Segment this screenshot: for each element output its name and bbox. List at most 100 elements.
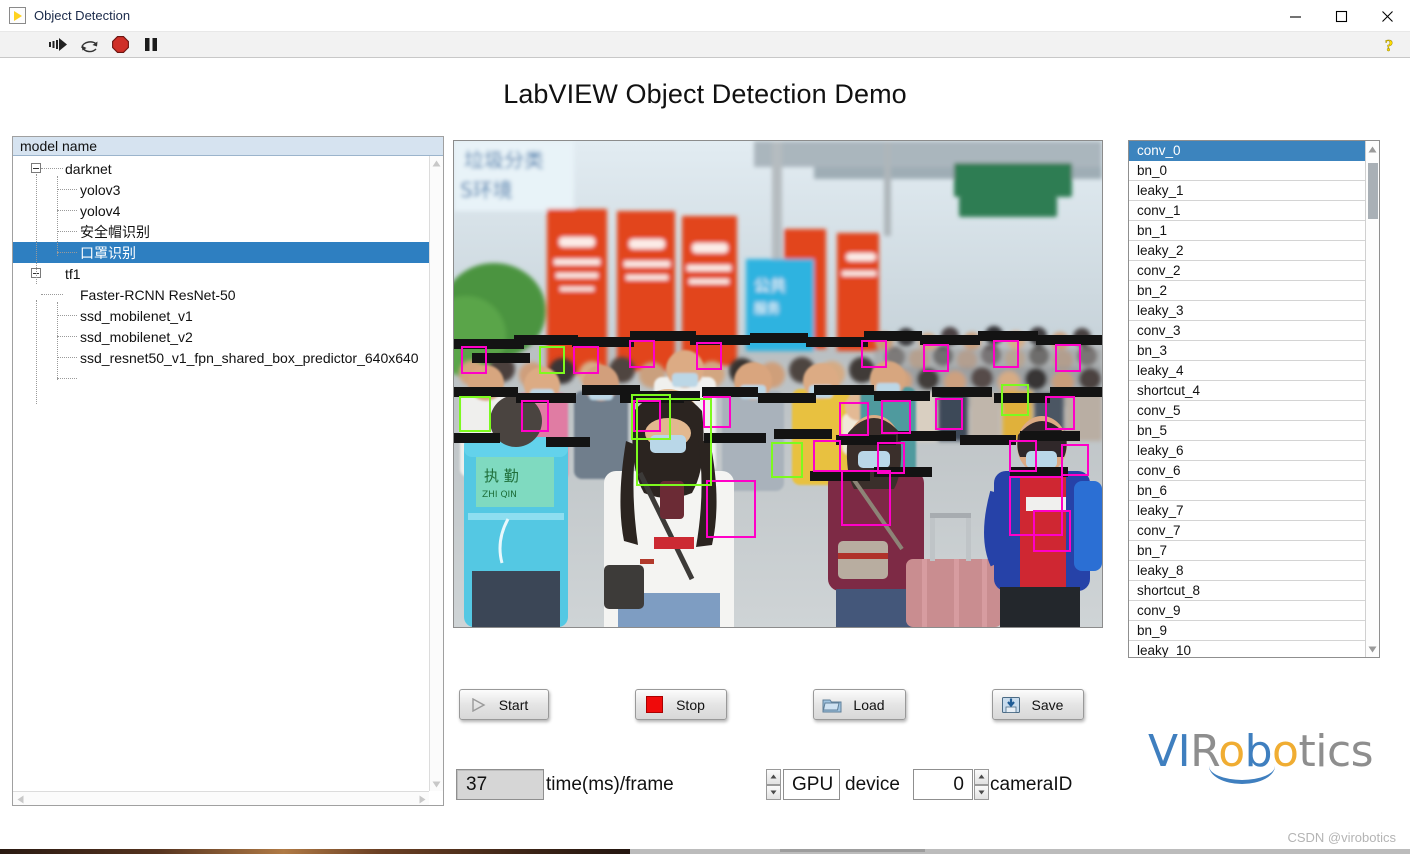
- tree-item-label: 安全帽识别: [13, 222, 150, 242]
- camera-id-increment-arrow-icon[interactable]: [974, 769, 989, 785]
- layer-list-item[interactable]: leaky_8: [1129, 561, 1365, 581]
- desktop-strip: [0, 849, 1410, 854]
- tree-item-faster-rcnn-resnet-50[interactable]: Faster-RCNN ResNet-50: [13, 284, 443, 305]
- camera-id-field[interactable]: 0: [913, 769, 973, 800]
- device-spinner[interactable]: [766, 769, 781, 800]
- window-controls: [1272, 0, 1410, 32]
- layer-scrollbar-thumb[interactable]: [1368, 163, 1378, 219]
- load-button[interactable]: Load: [813, 689, 906, 720]
- layer-list-item[interactable]: leaky_1: [1129, 181, 1365, 201]
- layer-list-item[interactable]: conv_0: [1129, 141, 1365, 161]
- scroll-up-arrow-icon[interactable]: [430, 156, 443, 170]
- frame-time-value: 37: [466, 774, 487, 796]
- layer-list-item[interactable]: bn_3: [1129, 341, 1365, 361]
- device-field[interactable]: GPU: [783, 769, 840, 800]
- camera-id-value: 0: [953, 774, 964, 796]
- layer-scroll-down-arrow-icon[interactable]: [1366, 641, 1379, 657]
- layer-scroll-up-arrow-icon[interactable]: [1366, 141, 1379, 157]
- layer-list-item[interactable]: conv_3: [1129, 321, 1365, 341]
- frame-time-label: time(ms)/frame: [546, 774, 674, 796]
- taskbar-sliver: [630, 849, 1410, 854]
- svg-text:执 勤: 执 勤: [484, 467, 519, 485]
- layer-vertical-scrollbar[interactable]: [1365, 141, 1379, 657]
- window-title-bar: Object Detection: [0, 0, 1410, 32]
- layer-list-item[interactable]: leaky_3: [1129, 301, 1365, 321]
- layer-list-item[interactable]: conv_9: [1129, 601, 1365, 621]
- layer-list-item[interactable]: bn_7: [1129, 541, 1365, 561]
- layer-list-item[interactable]: leaky_7: [1129, 501, 1365, 521]
- minimize-button[interactable]: [1272, 0, 1318, 32]
- scroll-down-arrow-icon[interactable]: [430, 777, 443, 791]
- layer-list-item[interactable]: leaky_6: [1129, 441, 1365, 461]
- layer-list-item[interactable]: bn_9: [1129, 621, 1365, 641]
- tree-item-darknet[interactable]: darknet: [13, 158, 443, 179]
- logo-part-tics: tics: [1298, 726, 1373, 777]
- layer-list-item[interactable]: conv_1: [1129, 201, 1365, 221]
- layer-list-item[interactable]: leaky_4: [1129, 361, 1365, 381]
- layer-list-item[interactable]: shortcut_4: [1129, 381, 1365, 401]
- layer-list-item[interactable]: conv_6: [1129, 461, 1365, 481]
- device-label: device: [845, 774, 900, 796]
- layer-list-item[interactable]: conv_7: [1129, 521, 1365, 541]
- scroll-right-arrow-icon[interactable]: [415, 792, 429, 806]
- crowd-detection-frame: 垃圾分类 S环境: [454, 141, 1102, 627]
- device-increment-arrow-icon[interactable]: [766, 769, 781, 785]
- tree-item-ssd-mobilenet-v2[interactable]: ssd_mobilenet_v2: [13, 326, 443, 347]
- tree-item-tf1[interactable]: tf1: [13, 263, 443, 284]
- layer-list-item[interactable]: bn_1: [1129, 221, 1365, 241]
- scroll-left-arrow-icon[interactable]: [13, 792, 27, 806]
- layer-list-item[interactable]: bn_2: [1129, 281, 1365, 301]
- close-button[interactable]: [1364, 0, 1410, 32]
- logo-part-o2: o: [1272, 726, 1298, 777]
- save-button[interactable]: Save: [992, 689, 1084, 720]
- camera-id-decrement-arrow-icon[interactable]: [974, 785, 989, 801]
- logo-part-vi: VI: [1148, 726, 1190, 777]
- tree-item-yolov4[interactable]: yolov4: [13, 200, 443, 221]
- stop-button[interactable]: Stop: [635, 689, 727, 720]
- maximize-button[interactable]: [1318, 0, 1364, 32]
- model-tree-panel[interactable]: model name darknet yolov3 yolov4 安全帽识别 口…: [12, 136, 444, 806]
- camera-id-spinner[interactable]: [974, 769, 989, 800]
- page-title: LabVIEW Object Detection Demo: [0, 79, 1410, 110]
- start-button[interactable]: Start: [459, 689, 549, 720]
- tree-item-label: tf1: [13, 266, 81, 282]
- layer-list-item[interactable]: bn_6: [1129, 481, 1365, 501]
- load-button-label: Load: [845, 697, 905, 713]
- help-icon[interactable]: ?: [1379, 35, 1399, 60]
- stop-button-label: Stop: [667, 697, 726, 713]
- folder-open-icon: [819, 696, 845, 714]
- layer-list-items[interactable]: conv_0bn_0leaky_1conv_1bn_1leaky_2conv_2…: [1129, 141, 1365, 657]
- layer-list-item[interactable]: bn_0: [1129, 161, 1365, 181]
- tree-item-mask-detection[interactable]: 口罩识别: [13, 242, 442, 263]
- tree-item-yolov3[interactable]: yolov3: [13, 179, 443, 200]
- camera-id-label: cameraID: [990, 774, 1072, 796]
- floppy-disk-icon: [998, 696, 1024, 714]
- svg-text:S环境: S环境: [460, 178, 513, 202]
- layer-list-item[interactable]: conv_5: [1129, 401, 1365, 421]
- layer-list-item[interactable]: leaky_10: [1129, 641, 1365, 658]
- frame-time-indicator: 37: [456, 769, 544, 800]
- image-display[interactable]: 垃圾分类 S环境: [453, 140, 1103, 628]
- tree-item-label: ssd_mobilenet_v2: [13, 329, 193, 345]
- tree-horizontal-scrollbar[interactable]: [13, 791, 429, 805]
- tree-item-label: ssd_mobilenet_v1: [13, 308, 193, 324]
- layer-list-item[interactable]: leaky_2: [1129, 241, 1365, 261]
- run-button[interactable]: [48, 35, 68, 55]
- tree-item-helmet-detection[interactable]: 安全帽识别: [13, 221, 443, 242]
- labview-vi-icon: [9, 7, 26, 24]
- layer-list-item[interactable]: bn_5: [1129, 421, 1365, 441]
- device-decrement-arrow-icon[interactable]: [766, 785, 781, 801]
- layer-listbox[interactable]: conv_0bn_0leaky_1conv_1bn_1leaky_2conv_2…: [1128, 140, 1380, 658]
- tree-item-ssd-mobilenet-v1[interactable]: ssd_mobilenet_v1: [13, 305, 443, 326]
- collapse-toggle-icon[interactable]: [31, 163, 41, 173]
- svg-text:?: ?: [1385, 36, 1394, 55]
- abort-button[interactable]: [110, 35, 130, 55]
- pause-button[interactable]: [141, 35, 161, 55]
- svg-text:垃圾分类: 垃圾分类: [464, 148, 544, 172]
- tree-item-ssd-resnet50-fpn[interactable]: ssd_resnet50_v1_fpn_shared_box_predictor…: [13, 347, 443, 368]
- model-tree-body[interactable]: darknet yolov3 yolov4 安全帽识别 口罩识别 tf1 Fas…: [13, 156, 443, 368]
- layer-list-item[interactable]: conv_2: [1129, 261, 1365, 281]
- run-continuously-button[interactable]: [79, 35, 99, 55]
- tree-vertical-scrollbar[interactable]: [429, 156, 443, 791]
- layer-list-item[interactable]: shortcut_8: [1129, 581, 1365, 601]
